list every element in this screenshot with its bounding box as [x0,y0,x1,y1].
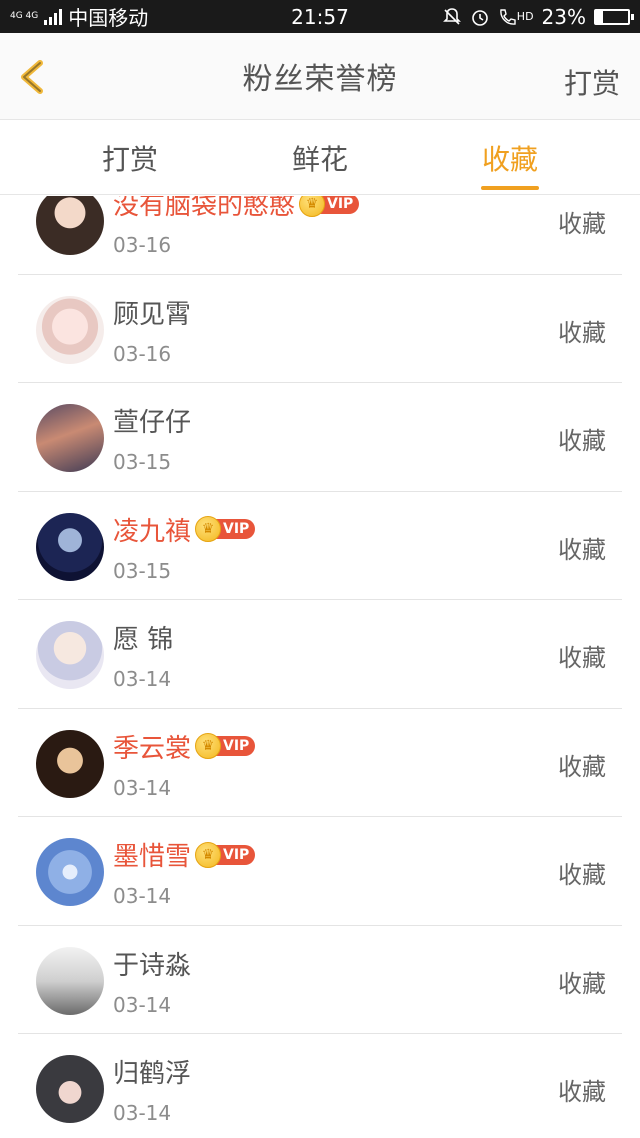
avatar[interactable] [36,946,104,1015]
list-item[interactable]: 于诗淼 03-14 收藏 [18,926,622,1034]
avatar[interactable] [36,404,104,472]
signal-icon [44,8,63,25]
favorite-date: 03-14 [113,884,172,908]
user-name-line: 墨惜雪 ♛ VIP [113,836,256,873]
favorite-date: 03-14 [113,1101,172,1125]
favorite-type-label: 收藏 [558,969,606,998]
tab-flowers-label: 鲜花 [291,143,348,176]
user-name[interactable]: 顾见霄 [113,294,191,331]
crown-icon: ♛ [195,516,222,542]
favorite-date: 03-14 [113,775,172,800]
user-name-line: 归鹤浮 [113,1053,191,1090]
fan-list[interactable]: 没有脑袋的憨憨 ♛ VIP 03-16 收藏 顾见霄 03-16 收藏 萱仔仔 03-15 收藏 凌九… [0,196,640,1138]
vip-badge: ♛ VIP [299,196,360,217]
carrier-name: 中国移动 [68,6,149,30]
tab-active-indicator [481,186,539,190]
user-name[interactable]: 于诗淼 [113,945,191,982]
favorite-date: 03-16 [113,341,172,366]
user-name[interactable]: 愿 锦 [113,619,173,656]
header-reward-button[interactable]: 打赏 [564,62,620,102]
user-name-line: 顾见霄 [113,294,191,331]
list-item[interactable]: 愿 锦 03-14 收藏 [18,600,622,709]
list-item[interactable]: 归鹤浮 03-14 收藏 [18,1034,622,1138]
tab-reward-label: 打赏 [101,143,158,176]
user-name[interactable]: 季云裳 [113,728,191,765]
list-item[interactable]: 萱仔仔 03-15 收藏 [18,383,622,492]
vip-badge: ♛ VIP [195,516,256,542]
user-name-line: 萱仔仔 [113,402,191,439]
tab-favorites[interactable]: 收藏 [450,121,570,195]
battery-icon [594,8,634,25]
fan-list-content: 没有脑袋的憨憨 ♛ VIP 03-16 收藏 顾见霄 03-16 收藏 萱仔仔 03-15 收藏 凌九… [0,196,640,1138]
avatar[interactable] [36,621,104,689]
favorite-type-label: 收藏 [558,861,606,889]
page-title: 粉丝荣誉榜 [242,62,398,97]
status-left: 4G 4G 中国移动 [10,2,148,31]
favorite-type-label: 收藏 [558,318,606,347]
avatar[interactable] [36,512,104,581]
avatar[interactable] [36,729,104,798]
vip-badge: ♛ VIP [195,733,256,759]
status-bar: 4G 4G 中国移动 21:57 HD 23% [0,0,640,33]
avatar[interactable] [36,1055,104,1123]
crown-icon: ♛ [195,733,222,759]
user-name-line: 凌九禛 ♛ VIP [113,511,256,548]
favorite-type-label: 收藏 [558,644,606,672]
user-name[interactable]: 萱仔仔 [113,402,191,439]
hd-call-icon: HD [498,8,534,26]
list-item[interactable]: 凌九禛 ♛ VIP 03-15 收藏 [18,492,622,600]
favorite-type-label: 收藏 [558,1078,606,1106]
favorite-type-label: 收藏 [558,752,606,781]
favorite-date: 03-15 [113,450,172,474]
hd-label: HD [516,10,534,23]
vip-badge: ♛ VIP [195,841,256,868]
user-name-line: 愿 锦 [113,619,173,656]
crown-icon: ♛ [195,841,222,868]
user-name-line: 季云裳 ♛ VIP [113,728,256,765]
tab-reward[interactable]: 打赏 [70,121,190,195]
list-item[interactable]: 没有脑袋的憨憨 ♛ VIP 03-16 收藏 [18,196,622,275]
nav-header: 粉丝荣誉榜 打赏 [0,33,640,120]
user-name[interactable]: 墨惜雪 [113,836,191,873]
favorite-date: 03-15 [113,558,172,583]
avatar[interactable] [36,838,104,906]
status-right: HD 23% [442,4,634,29]
tab-bar: 打赏 鲜花 收藏 [0,121,640,195]
user-name-line: 没有脑袋的憨憨 ♛ VIP [113,196,360,222]
avatar[interactable] [36,295,104,364]
network-type: 4G 4G [10,11,39,21]
list-item[interactable]: 季云裳 ♛ VIP 03-14 收藏 [18,709,622,817]
favorite-type-label: 收藏 [558,427,606,455]
tab-favorites-label: 收藏 [481,143,538,176]
back-chevron-icon[interactable] [14,57,54,97]
list-item[interactable]: 墨惜雪 ♛ VIP 03-14 收藏 [18,817,622,926]
favorite-date: 03-16 [113,233,172,257]
battery-fill [596,10,604,23]
user-name[interactable]: 没有脑袋的憨憨 [113,196,295,222]
bell-muted-icon [442,7,461,25]
alarm-icon [471,9,488,26]
tab-flowers[interactable]: 鲜花 [260,121,380,195]
favorite-date: 03-14 [113,992,172,1017]
avatar[interactable] [36,196,104,255]
favorite-type-label: 收藏 [558,535,606,564]
battery-percent: 23% [541,4,586,29]
favorite-type-label: 收藏 [558,210,606,238]
list-item[interactable]: 顾见霄 03-16 收藏 [18,275,622,383]
user-name-line: 于诗淼 [113,945,191,982]
favorite-date: 03-14 [113,667,172,691]
user-name[interactable]: 归鹤浮 [113,1053,191,1090]
user-name[interactable]: 凌九禛 [113,511,191,548]
